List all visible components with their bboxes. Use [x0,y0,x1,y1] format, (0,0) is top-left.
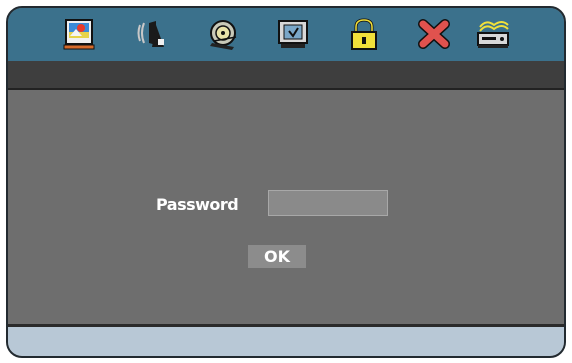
close-icon[interactable] [415,17,453,53]
lock-icon[interactable] [345,17,383,53]
settings-window: Password OK [6,6,566,358]
film-reel-icon[interactable] [204,17,242,53]
picture-icon[interactable] [61,17,99,53]
monitor-icon[interactable] [274,17,312,53]
ok-button[interactable]: OK [248,245,306,268]
password-dialog: Password OK [8,90,564,324]
speaker-icon[interactable] [132,17,170,53]
disc-player-icon[interactable] [474,17,512,53]
status-bar [8,61,564,90]
password-input[interactable] [268,190,388,216]
toolbar [8,8,564,61]
password-label: Password [156,195,239,214]
footer-bar [8,324,564,356]
